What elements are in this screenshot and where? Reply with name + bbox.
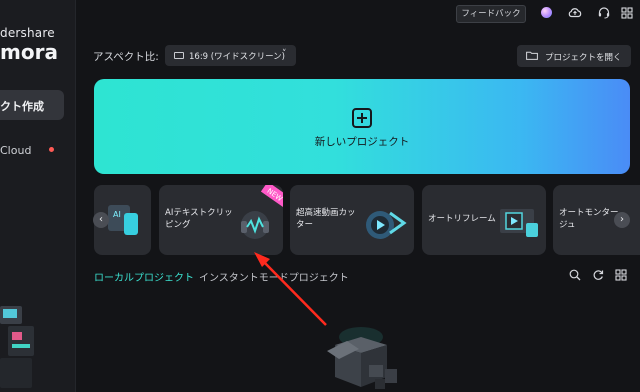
aspect-ratio-select[interactable]: 16:9 (ワイドスクリーン) ˅	[165, 45, 296, 66]
cloud-upload-icon[interactable]	[568, 6, 582, 19]
tool-card-video-cutter[interactable]: 超高速動画カッ ター	[290, 185, 414, 255]
open-project-label: プロジェクトを開く	[545, 53, 622, 63]
video-cutter-icon	[366, 211, 407, 239]
sidebar: dershare mora クト作成 Cloud	[0, 0, 76, 392]
carousel-next-button[interactable]: ›	[614, 212, 630, 228]
tool-card-auto-reframe[interactable]: オートリフレーム	[422, 185, 546, 255]
sidebar-item-create-project[interactable]: クト作成	[0, 90, 64, 120]
ai-card-icon: AI	[108, 205, 138, 235]
plus-icon	[352, 108, 372, 128]
feedback-button[interactable]: フィードバック	[456, 5, 526, 23]
brand-top: dershare	[0, 26, 55, 40]
tab-local-projects[interactable]: ローカルプロジェクト	[94, 269, 194, 284]
new-project-button[interactable]: 新しいプロジェクト	[94, 79, 630, 174]
tab-instant-mode-projects[interactable]: インスタントモードプロジェクト	[199, 269, 349, 284]
chevron-down-icon: ˅	[282, 49, 287, 59]
new-project-label: 新しいプロジェクト	[314, 136, 410, 148]
notification-dot	[49, 147, 54, 152]
auto-reframe-icon	[500, 209, 538, 237]
aspect-ratio-value: 16:9 (ワイドスクリーン)	[189, 52, 285, 62]
sidebar-item-cloud[interactable]: Cloud	[0, 144, 31, 157]
avatar[interactable]	[541, 7, 552, 18]
card-label: 超高速動画カッ ター	[296, 208, 356, 230]
search-icon[interactable]	[569, 269, 581, 281]
empty-box-icon	[327, 327, 397, 389]
screen-icon	[174, 52, 184, 59]
sidebar-item-label: クト作成	[0, 100, 44, 113]
card-label: オートリフレーム	[428, 214, 496, 224]
tool-card-ai-text-clipping[interactable]: AIテキストクリッ ピング NEW	[159, 185, 283, 255]
card-label: AIテキストクリッ ピング	[165, 208, 233, 230]
headset-icon[interactable]	[597, 6, 611, 19]
brand-logo: mora	[0, 40, 58, 64]
apps-grid-icon[interactable]	[620, 6, 634, 19]
sidebar-illustration-icon	[0, 306, 34, 388]
open-project-button[interactable]: プロジェクトを開く	[517, 45, 631, 67]
grid-view-icon[interactable]	[615, 269, 627, 281]
svg-text:AI: AI	[113, 210, 121, 219]
aspect-ratio-label: アスペクト比:	[93, 51, 159, 63]
folder-icon	[526, 51, 538, 60]
carousel-prev-button[interactable]: ‹	[93, 212, 109, 228]
app-window: dershare mora クト作成 Cloud フィードバック アスペクト比:…	[0, 0, 640, 392]
refresh-icon[interactable]	[592, 269, 604, 281]
card-label: オートモンター ジュ	[559, 208, 619, 230]
